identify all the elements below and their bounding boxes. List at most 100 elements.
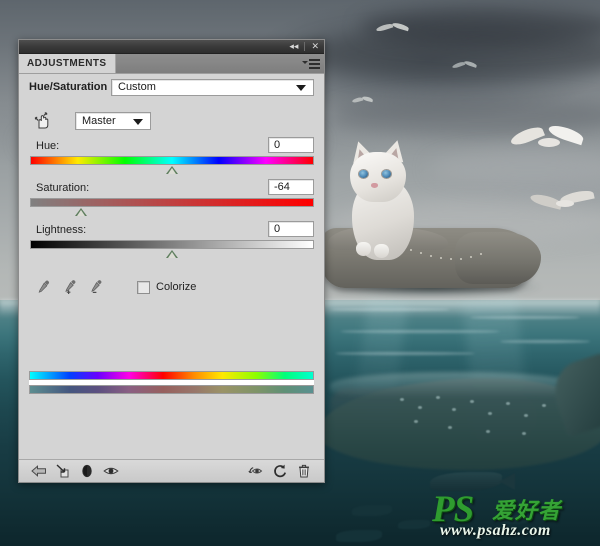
slider-saturation-label: Saturation: <box>36 182 90 194</box>
preset-row: Hue/Saturation Custom <box>19 74 324 100</box>
panel-tabstrip: ADJUSTMENTS <box>19 54 324 74</box>
slider-hue-header: Hue: 0 <box>29 136 314 156</box>
shoe-stitch <box>420 252 422 254</box>
return-to-adjustment-list-icon[interactable] <box>27 462 51 481</box>
slider-hue-thumb[interactable] <box>166 166 178 174</box>
slider-lightness-label: Lightness: <box>36 224 87 236</box>
shoe-toe <box>455 232 541 284</box>
slider-lightness: Lightness: 0 <box>19 220 324 262</box>
channel-dropdown[interactable]: Master <box>75 112 151 130</box>
watermark-url: www.psahz.com <box>440 522 551 539</box>
slider-hue-value[interactable]: 0 <box>268 137 314 153</box>
whale-spot <box>400 398 404 401</box>
kitten-paw-right <box>374 244 389 258</box>
channel-row: Master <box>19 100 324 136</box>
whale-spot <box>506 402 510 405</box>
chevron-down-icon <box>133 119 143 125</box>
eyedropper-add-icon[interactable] <box>57 275 83 299</box>
seagull <box>529 188 596 220</box>
whale-spot <box>414 420 418 423</box>
whale-spot <box>524 414 528 417</box>
titlebar-buttons: ◂◂ ✕ <box>287 40 321 53</box>
slider-saturation-header: Saturation: -64 <box>29 178 314 198</box>
kitten-paw-left <box>356 242 371 256</box>
clip-to-layer-icon[interactable] <box>51 462 75 481</box>
fish <box>352 505 392 516</box>
shoe-stitch <box>470 256 472 258</box>
slider-lightness-track[interactable] <box>30 240 314 249</box>
fish <box>398 520 430 529</box>
slider-lightness-value[interactable]: 0 <box>268 221 314 237</box>
whale-spot <box>486 430 490 433</box>
collapse-panel-button[interactable]: ◂◂ <box>287 41 300 52</box>
panel-titlebar: ◂◂ ✕ <box>19 40 324 54</box>
eyedropper-subtract-icon[interactable] <box>83 275 109 299</box>
preset-dropdown[interactable]: Custom <box>111 78 314 96</box>
delete-adjustment-layer-icon[interactable] <box>292 462 316 481</box>
shoe-stitch <box>460 258 462 260</box>
wave <box>335 352 475 355</box>
channel-value: Master <box>82 115 116 127</box>
whale-shark-highlight <box>330 372 580 398</box>
panel-menu-icon[interactable] <box>302 57 320 70</box>
reset-adjustment-icon[interactable] <box>268 462 292 481</box>
slider-hue-track[interactable] <box>30 156 314 165</box>
fish <box>336 530 382 542</box>
panel-body: Hue/Saturation Custom Master Hue: 0 Satu… <box>19 74 324 394</box>
tab-adjustments[interactable]: ADJUSTMENTS <box>19 54 117 73</box>
slider-hue: Hue: 0 <box>19 136 324 178</box>
shoe-stitch <box>480 253 482 255</box>
eyedropper-icon[interactable] <box>31 275 57 299</box>
slider-saturation-track-wrap[interactable] <box>30 198 314 220</box>
slider-hue-label: Hue: <box>36 140 60 152</box>
slider-lightness-track-wrap[interactable] <box>30 240 314 262</box>
whale-spot <box>418 406 422 409</box>
tools-row: Colorize <box>19 262 324 304</box>
whale-spot <box>470 400 474 403</box>
photoshop-workspace: PS 爱好者 www.psahz.com ◂◂ ✕ ADJUSTMENTS Hu… <box>0 0 600 546</box>
titlebar-divider <box>304 42 306 51</box>
shoe-stitch <box>410 249 412 251</box>
slider-lightness-header: Lightness: 0 <box>29 220 314 240</box>
shoe-stitch <box>450 258 452 260</box>
kitten-eye-right <box>382 170 391 178</box>
toggle-layer-visibility-icon[interactable] <box>99 462 123 481</box>
slider-saturation-track[interactable] <box>30 198 314 207</box>
whale-spot <box>452 408 456 411</box>
adjustments-panel: ◂◂ ✕ ADJUSTMENTS Hue/Saturation Custom M… <box>18 39 325 483</box>
kitten-eye-left <box>359 170 368 178</box>
view-previous-state-icon[interactable] <box>244 462 268 481</box>
shoe-stitch <box>440 257 442 259</box>
hue-spectrum-output[interactable] <box>29 385 314 394</box>
kitten-head <box>350 152 406 202</box>
kitten-nose <box>371 183 378 188</box>
adjustment-title: Hue/Saturation <box>29 81 108 93</box>
whale-spot <box>522 432 526 435</box>
on-image-adjustment-hand-icon[interactable] <box>29 109 55 133</box>
colorize-checkbox-row[interactable]: Colorize <box>137 280 197 294</box>
whale-spot <box>448 426 452 429</box>
preset-value: Custom <box>118 81 156 93</box>
hue-spectrum-bars <box>29 371 314 394</box>
slider-lightness-thumb[interactable] <box>166 250 178 258</box>
slider-hue-track-wrap[interactable] <box>30 156 314 178</box>
toggle-layer-mask-icon[interactable] <box>75 462 99 481</box>
chevron-down-icon <box>296 85 306 91</box>
seagull <box>451 60 478 72</box>
colorize-label: Colorize <box>156 281 197 293</box>
slider-saturation-value[interactable]: -64 <box>268 179 314 195</box>
seagull <box>351 95 374 106</box>
whale-spot <box>488 412 492 415</box>
site-watermark: PS 爱好者 www.psahz.com <box>432 489 592 540</box>
close-panel-button[interactable]: ✕ <box>309 41 321 52</box>
slider-saturation: Saturation: -64 <box>19 178 324 220</box>
panel-footer <box>19 459 324 482</box>
colorize-checkbox[interactable] <box>137 280 150 294</box>
whale-spot <box>436 396 440 399</box>
hue-spectrum-input[interactable] <box>29 371 314 380</box>
slider-saturation-thumb[interactable] <box>75 208 88 216</box>
seagull <box>375 21 410 36</box>
seagull <box>508 122 586 164</box>
shoe-stitch <box>430 255 432 257</box>
watermark-chinese-text: 爱好者 <box>492 499 562 524</box>
